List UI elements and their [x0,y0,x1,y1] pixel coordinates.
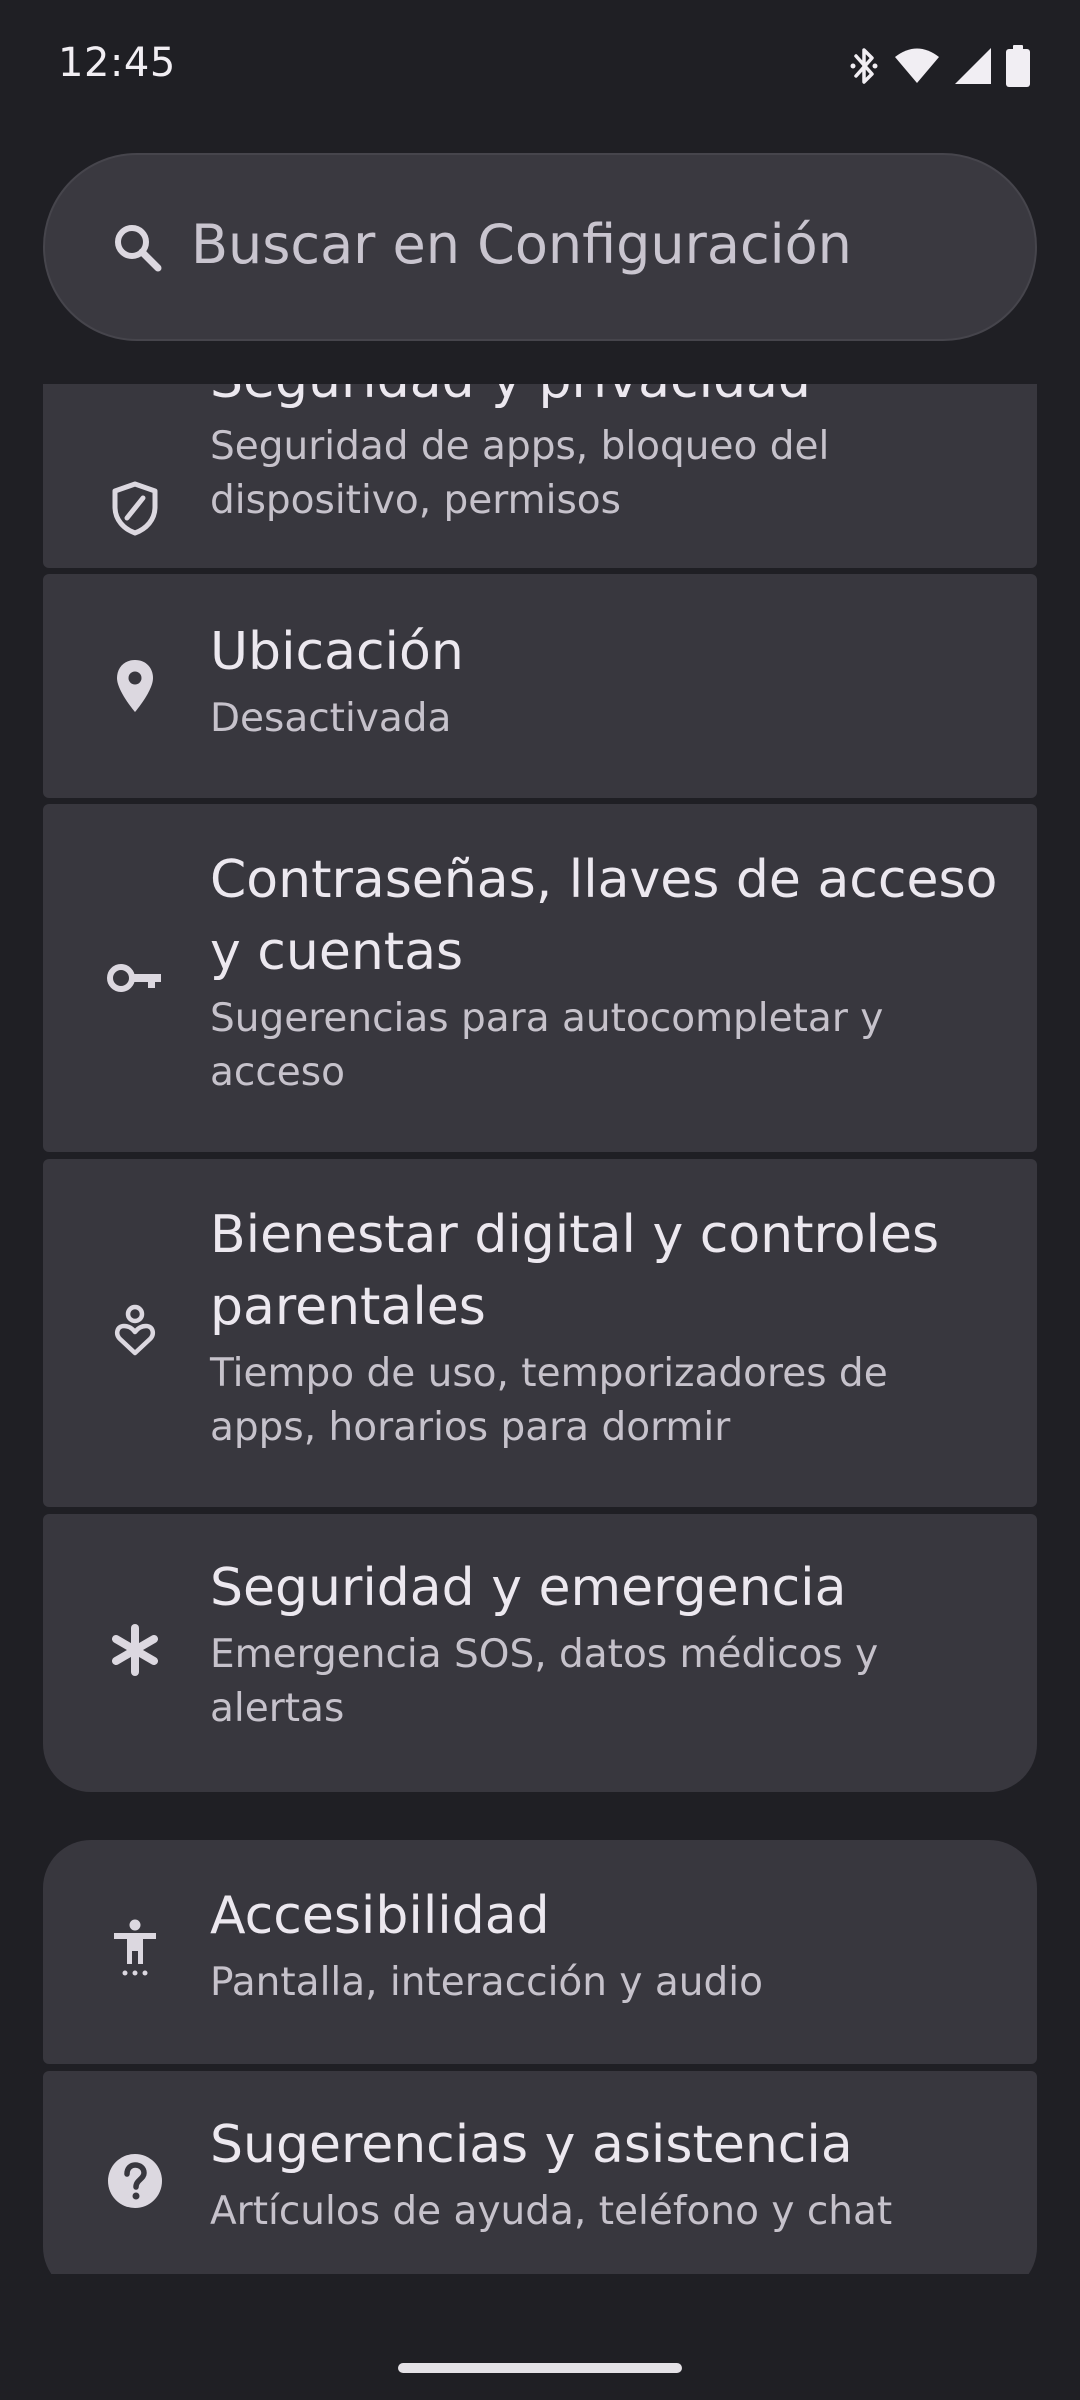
settings-item-subtitle: Desactivada [210,696,452,741]
status-icons [848,40,1030,92]
shield-icon [105,478,165,538]
settings-item-digital-wellbeing[interactable]: Bienestar digital y controles parentales… [43,1159,1037,1507]
settings-item-security-privacy[interactable]: Seguridad y privacidad Seguridad de apps… [43,384,1037,568]
settings-item-location[interactable]: Ubicación Desactivada [43,574,1037,798]
settings-item-subtitle: Artículos de ayuda, teléfono y chat [210,2189,893,2234]
status-bar: 12:45 [0,0,1080,130]
settings-item-title: Bienestar digital y controles parentales [210,1205,940,1337]
digital-wellbeing-icon [105,1301,165,1361]
help-icon [105,2151,165,2211]
signal-icon [954,47,992,85]
settings-item-passwords-accounts[interactable]: Contraseñas, llaves de acceso y cuentas … [43,804,1037,1152]
settings-item-subtitle: Emergencia SOS, datos médicos y alertas [210,1632,879,1731]
wifi-icon [894,48,940,84]
bluetooth-icon [848,46,880,86]
settings-item-subtitle: Pantalla, interacción y audio [210,1960,763,2005]
settings-item-subtitle: Tiempo de uso, temporizadores de apps, h… [210,1351,888,1450]
settings-item-subtitle: Sugerencias para autocompletar y acceso [210,996,884,1095]
settings-item-title: Seguridad y privacidad [210,384,1010,416]
asterisk-icon [105,1620,165,1680]
search-bar[interactable]: Buscar en Configuración [43,153,1037,341]
search-placeholder: Buscar en Configuración [191,213,852,276]
key-icon [105,948,165,1008]
settings-list[interactable]: Seguridad y privacidad Seguridad de apps… [0,384,1080,2274]
settings-item-safety-emergency[interactable]: Seguridad y emergencia Emergencia SOS, d… [43,1514,1037,1792]
settings-item-title: Sugerencias y asistencia [210,2115,853,2175]
search-icon [111,221,165,275]
settings-item-title: Contraseñas, llaves de acceso y cuentas [210,850,998,982]
settings-item-title: Ubicación [210,622,464,682]
battery-icon [1006,45,1030,87]
settings-item-subtitle: Seguridad de apps, bloqueo del dispositi… [210,424,830,523]
location-pin-icon [105,656,165,716]
settings-item-accessibility[interactable]: Accesibilidad Pantalla, interacción y au… [43,1840,1037,2064]
status-time: 12:45 [58,40,176,86]
settings-item-title: Seguridad y emergencia [210,1558,847,1618]
accessibility-icon [105,1918,165,1978]
settings-item-help-support[interactable]: Sugerencias y asistencia Artículos de ay… [43,2071,1037,2274]
settings-item-title: Accesibilidad [210,1886,550,1946]
gesture-navigation-handle[interactable] [398,2363,682,2373]
